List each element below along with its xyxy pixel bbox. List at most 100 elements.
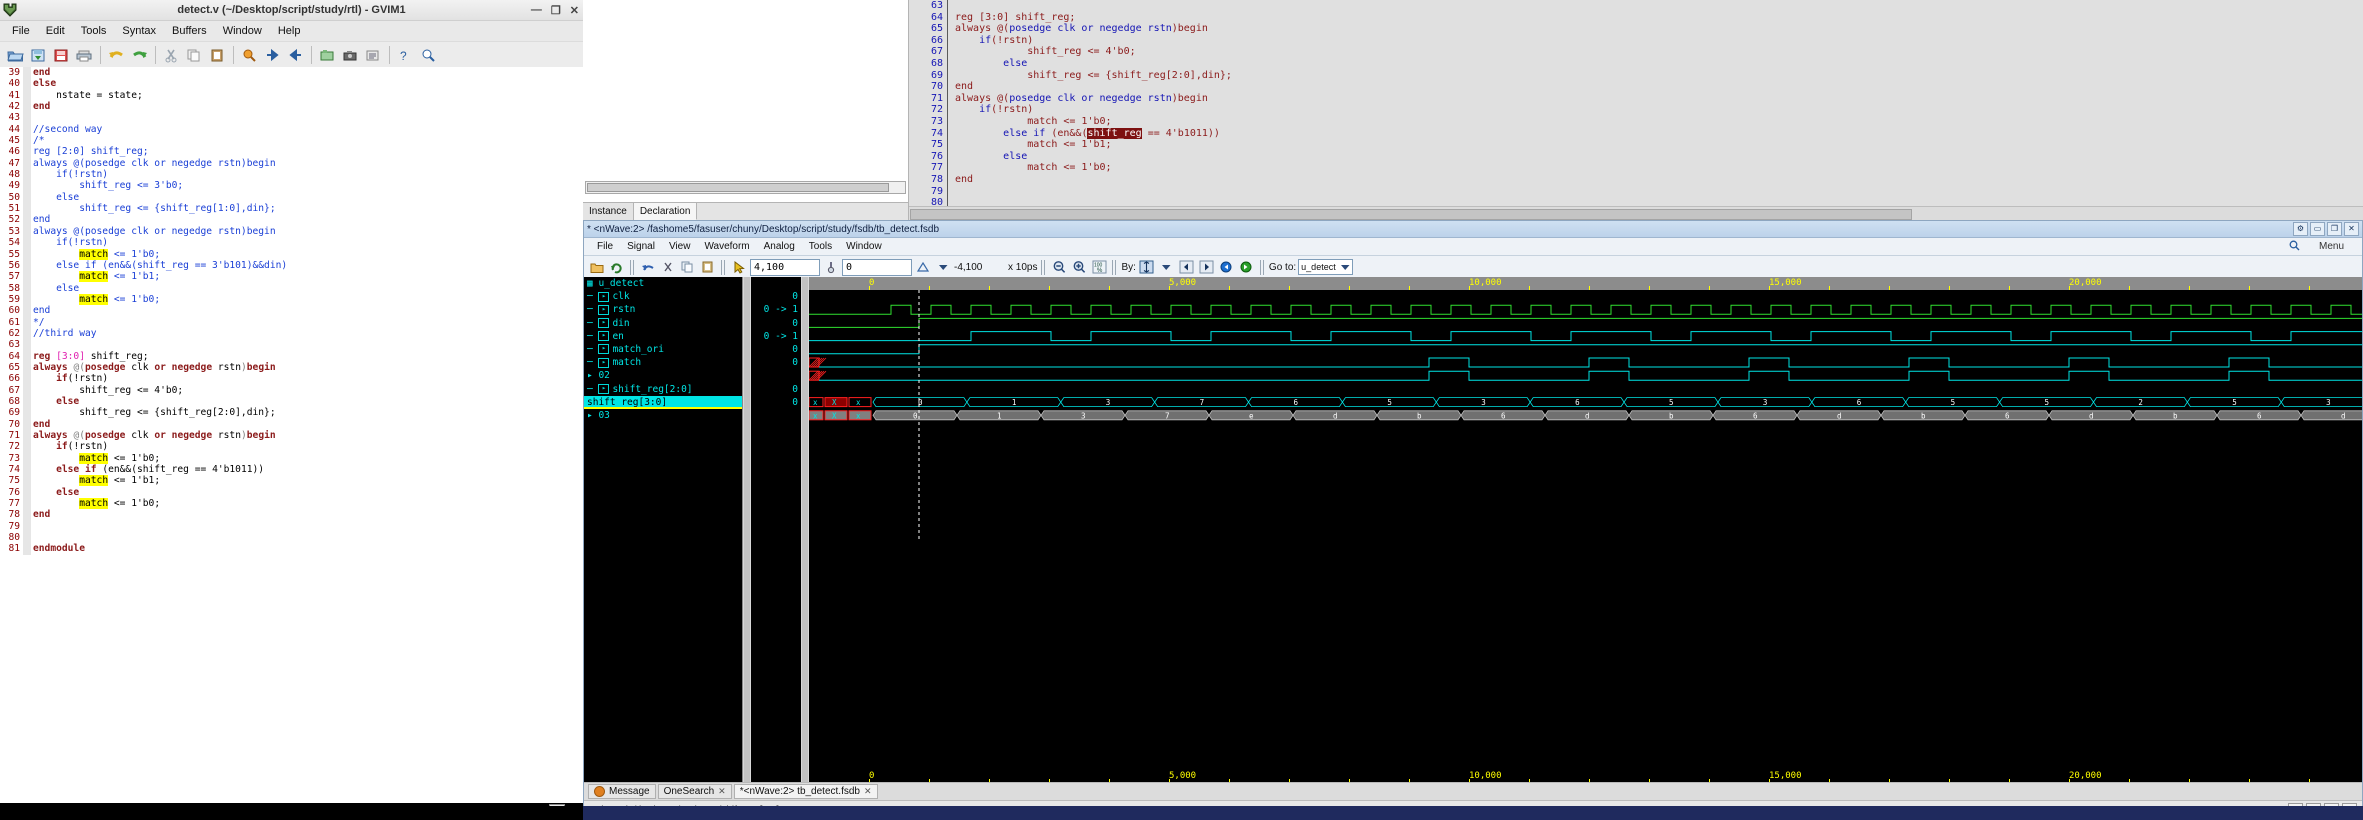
- nwave-menu-right-label[interactable]: Menu: [2312, 240, 2351, 253]
- menu-buffers[interactable]: Buffers: [164, 23, 215, 39]
- print-icon[interactable]: [73, 44, 95, 66]
- nwave-menu-view[interactable]: View: [662, 240, 698, 253]
- gvim-window-buttons[interactable]: — ❐ ✕: [531, 4, 579, 17]
- signal-pane-vscrollbar[interactable]: [742, 277, 751, 783]
- source-code-lines[interactable]: 63 64 reg [3:0] shift_reg; 65 always @(posed…: [909, 0, 2363, 206]
- signal-name: match_ori: [612, 343, 664, 355]
- signal-row[interactable]: ─ ▸ clk: [584, 290, 742, 303]
- tab-instance[interactable]: Instance: [583, 203, 634, 220]
- reload-icon[interactable]: [608, 258, 626, 276]
- paste-icon-nwave[interactable]: [699, 258, 717, 276]
- find-help-icon[interactable]: [417, 44, 439, 66]
- instance-declaration-pane: Instance Declaration: [583, 0, 909, 220]
- toolbar-grip-4[interactable]: [1112, 259, 1118, 275]
- find-icon[interactable]: [238, 44, 260, 66]
- toolbar-grip-2[interactable]: [721, 259, 726, 275]
- prev-transition-icon[interactable]: [1178, 258, 1196, 276]
- nwave-menu-analog[interactable]: Analog: [757, 240, 802, 253]
- gvim-close-button[interactable]: ✕: [570, 4, 579, 17]
- undo-icon-nwave[interactable]: [639, 258, 657, 276]
- tab-nwave-fsdb[interactable]: *<nWave:2> tb_detect.fsdb ✕: [733, 784, 878, 799]
- cut-icon[interactable]: [160, 44, 182, 66]
- menu-tools[interactable]: Tools: [73, 23, 115, 39]
- goto-scope-select[interactable]: u_detect: [1298, 259, 1353, 275]
- signal-row[interactable]: shift_reg[3:0]: [584, 395, 742, 409]
- next-transition-icon[interactable]: [1198, 258, 1216, 276]
- search-forward-icon[interactable]: [1238, 258, 1256, 276]
- signal-row[interactable]: ─ ▸ en: [584, 330, 742, 343]
- time-value-input[interactable]: [750, 258, 820, 276]
- save-all-icon[interactable]: [50, 44, 72, 66]
- instance-pane-hscrollbar[interactable]: [585, 181, 906, 194]
- redo-icon[interactable]: [128, 44, 150, 66]
- nwave-maximize-button[interactable]: ❐: [2327, 222, 2342, 236]
- load-session-icon[interactable]: [316, 44, 338, 66]
- toolbar-grip-5[interactable]: [1259, 259, 1265, 275]
- copy-icon[interactable]: [183, 44, 205, 66]
- menu-edit[interactable]: Edit: [38, 23, 73, 39]
- zoom-in-icon[interactable]: [1070, 258, 1088, 276]
- cursor-arrow-icon[interactable]: [730, 258, 748, 276]
- close-icon[interactable]: ✕: [718, 786, 726, 797]
- nwave-close-button[interactable]: ✕: [2344, 222, 2359, 236]
- tab-message[interactable]: Message: [588, 784, 656, 799]
- help-icon[interactable]: ?: [394, 44, 416, 66]
- zoom-100-percent-icon[interactable]: 100%: [1090, 258, 1108, 276]
- source-code-pane[interactable]: 63 64 reg [3:0] shift_reg; 65 always @(posed…: [909, 0, 2363, 220]
- menu-file[interactable]: File: [4, 23, 38, 39]
- signal-row[interactable]: ─ ▸ shift_reg[2:0]: [584, 383, 742, 396]
- tab-declaration[interactable]: Declaration: [633, 203, 698, 220]
- signal-row[interactable]: ─ ▸ match_ori: [584, 343, 742, 356]
- menu-window[interactable]: Window: [215, 23, 270, 39]
- paste-icon[interactable]: [206, 44, 228, 66]
- nwave-menu-tools[interactable]: Tools: [802, 240, 839, 253]
- cut-icon-nwave[interactable]: [659, 258, 677, 276]
- undo-icon[interactable]: [105, 44, 127, 66]
- open-file-icon[interactable]: [4, 44, 26, 66]
- find-prev-icon[interactable]: [284, 44, 306, 66]
- signal-row[interactable]: ─ ▸ rstn: [584, 303, 742, 316]
- gvim-gutter: [23, 464, 31, 476]
- gvim-maximize-button[interactable]: ❐: [551, 4, 561, 17]
- signal-row[interactable]: ▸ 02: [584, 369, 742, 382]
- copy-icon-nwave[interactable]: [679, 258, 697, 276]
- waveform-canvas[interactable]: 05,00010,00015,00020,00025,000 xXx013765…: [809, 277, 2362, 783]
- svg-text:0: 0: [913, 411, 918, 420]
- toolbar-grip-1[interactable]: [630, 259, 635, 275]
- zoom-out-icon[interactable]: [1050, 258, 1068, 276]
- marker-value-input[interactable]: [842, 258, 912, 276]
- signal-name-pane[interactable]: ▦ u_detect ─ ▸ clk ─ ▸ rstn ─ ▸ din ─ ▸ en ─ ▸ mat…: [584, 277, 742, 783]
- find-next-icon[interactable]: [261, 44, 283, 66]
- menu-search-icon[interactable]: [2282, 239, 2307, 255]
- nwave-menu-file[interactable]: File: [590, 240, 620, 253]
- nwave-menu-window[interactable]: Window: [839, 240, 889, 253]
- delta-dropdown-icon[interactable]: [934, 258, 952, 276]
- make-icon[interactable]: [339, 44, 361, 66]
- nwave-settings-button[interactable]: ⚙: [2293, 222, 2308, 236]
- nwave-menu-waveform[interactable]: Waveform: [697, 240, 756, 253]
- by-dropdown-icon[interactable]: [1158, 258, 1176, 276]
- source-pane-hscrollbar[interactable]: [909, 206, 2363, 220]
- nwave-minimize-button[interactable]: ▭: [2310, 222, 2325, 236]
- signal-row[interactable]: ─ ▸ match: [584, 356, 742, 369]
- waveform-area[interactable]: ▦ u_detect ─ ▸ clk ─ ▸ rstn ─ ▸ din ─ ▸ en ─ ▸ mat…: [584, 277, 2362, 783]
- waveform-top-ruler[interactable]: 05,00010,00015,00020,00025,000: [809, 277, 2362, 290]
- menu-help[interactable]: Help: [270, 23, 309, 39]
- nwave-menu-signal[interactable]: Signal: [620, 240, 662, 253]
- open-fsdb-icon[interactable]: [588, 258, 606, 276]
- menu-syntax[interactable]: Syntax: [114, 23, 164, 39]
- value-pane-vscrollbar[interactable]: [801, 277, 809, 783]
- gvim-editor-body[interactable]: 39 end 40 else 41 nstate = state; 42 end 43 44//…: [0, 67, 583, 803]
- signal-row[interactable]: ▦ u_detect: [584, 277, 742, 290]
- toolbar-grip-3[interactable]: [1041, 259, 1047, 275]
- marker-icon[interactable]: [822, 258, 840, 276]
- save-icon[interactable]: [27, 44, 49, 66]
- signal-row[interactable]: ─ ▸ din: [584, 317, 742, 330]
- gvim-minimize-button[interactable]: —: [531, 4, 542, 17]
- signal-row[interactable]: ▸ 03: [584, 409, 742, 422]
- tab-onesearch[interactable]: OneSearch ✕: [657, 784, 732, 799]
- by-mode-icon[interactable]: [1138, 258, 1156, 276]
- build-tags-icon[interactable]: [362, 44, 384, 66]
- search-backward-icon[interactable]: [1218, 258, 1236, 276]
- close-icon[interactable]: ✕: [864, 786, 872, 797]
